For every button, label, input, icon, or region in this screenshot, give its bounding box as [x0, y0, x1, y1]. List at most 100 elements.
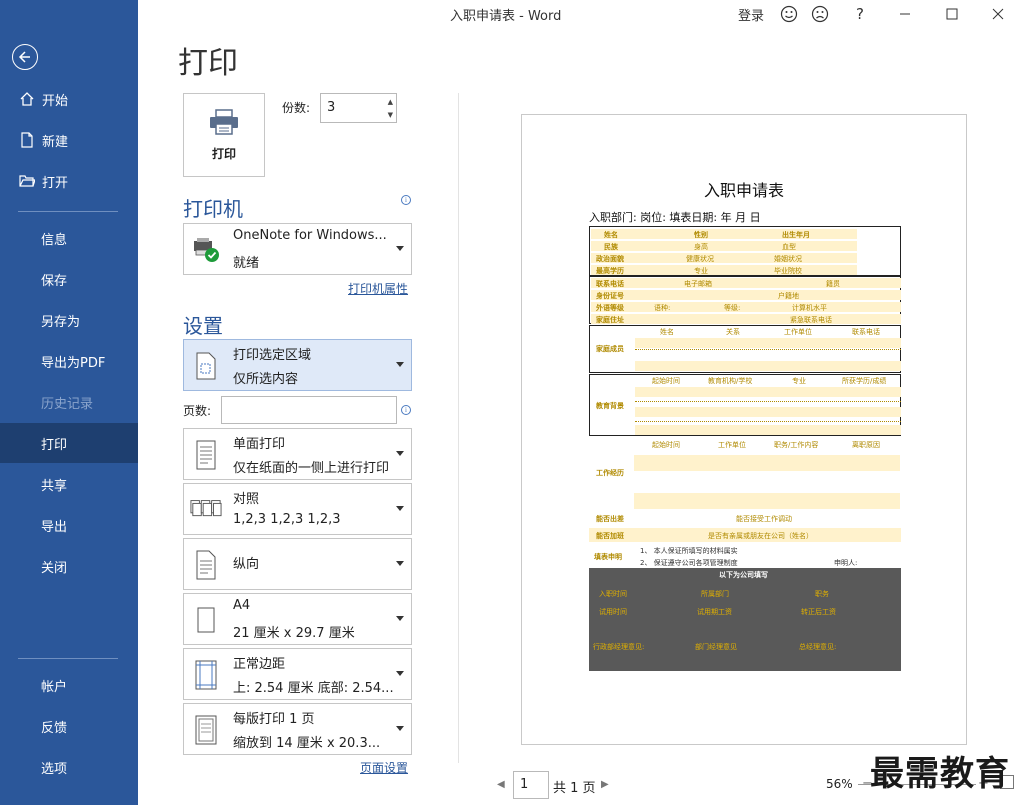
print-button-label: 打印 — [211, 146, 236, 161]
field-label: 婚姻状况 — [774, 255, 802, 263]
login-link[interactable]: 登录 — [738, 5, 764, 24]
print-button[interactable]: 打印 — [183, 93, 265, 177]
table-row — [635, 407, 901, 417]
help-button[interactable]: ? — [849, 3, 871, 25]
basic-info-block: 姓名 性别 出生年月 民族 身高 血型 政治面貌 健康状况 婚姻状况 最高学历 … — [589, 226, 901, 276]
collate-icon — [190, 494, 222, 526]
table-row — [634, 493, 900, 509]
page-setup-link[interactable]: 页面设置 — [360, 759, 408, 776]
title-bar: 入职申请表 - Word 登录 ? — [138, 0, 1023, 28]
column-header: 起始时间 — [652, 377, 680, 385]
table-row — [634, 455, 900, 471]
printer-name: OneNote for Windows... — [233, 228, 387, 243]
frown-feedback-icon[interactable] — [809, 3, 831, 25]
sidebar-item-options[interactable]: 选项 — [0, 747, 138, 787]
paper-size-title: A4 — [233, 598, 251, 613]
print-preview-page: 入职申请表 入职部门: 岗位: 填表日期: 年 月 日 姓名 性别 出生年月 民… — [521, 114, 967, 745]
doc-subtitle: 入职部门: 岗位: 填表日期: 年 月 日 — [589, 211, 761, 224]
work-label: 工作经历 — [596, 469, 624, 477]
print-range-dropdown[interactable]: 打印选定区域 仅所选内容 — [183, 339, 412, 391]
collate-dropdown[interactable]: 对照 1,2,3 1,2,3 1,2,3 — [183, 483, 412, 535]
copies-label: 份数: — [282, 101, 311, 115]
spin-down-icon[interactable]: ▼ — [388, 111, 393, 119]
sidebar-item-label: 导出 — [41, 519, 68, 535]
field-label: 外语等级 — [596, 304, 624, 312]
copies-stepper[interactable]: 3 ▲ ▼ — [320, 93, 397, 123]
minimize-icon[interactable] — [894, 3, 916, 25]
sidebar-item-label: 保存 — [41, 273, 68, 289]
info-icon[interactable]: i — [401, 195, 411, 205]
sidebar-item-export[interactable]: 导出 — [0, 505, 138, 545]
sidebar-item-new[interactable]: 新建 — [0, 120, 138, 160]
table-row — [591, 229, 857, 239]
pages-input[interactable] — [221, 396, 397, 424]
sidebar-item-close[interactable]: 关闭 — [0, 546, 138, 586]
column-header: 姓名 — [660, 328, 674, 336]
orientation-title: 纵向 — [233, 557, 260, 572]
table-row — [591, 290, 901, 300]
zoom-level[interactable]: 56% — [826, 777, 853, 791]
smile-feedback-icon[interactable] — [778, 3, 800, 25]
field-label: 职务 — [815, 590, 829, 598]
print-range-subtitle: 仅所选内容 — [233, 372, 299, 387]
collate-title: 对照 — [233, 492, 260, 507]
page-title: 打印 — [178, 46, 238, 81]
sidebar-item-label: 反馈 — [41, 720, 68, 736]
field-label: 联系电话 — [596, 280, 624, 288]
sidebar-item-label: 打印 — [41, 437, 68, 453]
sidebar-item-label: 关闭 — [41, 560, 68, 576]
table-row — [591, 241, 857, 251]
maximize-icon[interactable] — [941, 3, 963, 25]
field-label: 性别 — [694, 231, 708, 239]
field-label: 计算机水平 — [792, 304, 827, 312]
row-divider — [635, 421, 901, 422]
sidebar-item-save-as[interactable]: 另存为 — [0, 300, 138, 340]
orientation-dropdown[interactable]: 纵向 — [183, 538, 412, 590]
margins-title: 正常边距 — [233, 657, 286, 672]
field-label: 试用时间 — [599, 608, 627, 616]
field-label: 电子邮箱 — [684, 280, 712, 288]
open-folder-icon — [18, 172, 36, 190]
page-total: 共 1 页 — [553, 781, 596, 796]
sidebar-item-history: 历史记录 — [0, 382, 138, 422]
printer-dropdown[interactable]: OneNote for Windows... 就绪 — [183, 223, 412, 275]
printer-properties-link[interactable]: 打印机属性 — [348, 280, 408, 297]
sidebar-item-feedback[interactable]: 反馈 — [0, 706, 138, 746]
info-icon[interactable]: i — [401, 405, 411, 415]
column-header: 起始时间 — [652, 441, 680, 449]
sidebar-item-export-pdf[interactable]: 导出为PDF — [0, 341, 138, 381]
table-row — [635, 361, 901, 371]
sidebar-item-share[interactable]: 共享 — [0, 464, 138, 504]
page-number-input[interactable]: 1 — [513, 771, 549, 799]
hr-section-title: 以下为公司填写 — [719, 571, 768, 579]
column-header: 所获学历/成绩 — [842, 377, 887, 385]
back-arrow-icon[interactable] — [12, 44, 38, 70]
duplex-subtitle: 仅在纸面的一侧上进行打印 — [233, 461, 390, 476]
sidebar-item-home[interactable]: 开始 — [0, 79, 138, 119]
previous-page-icon[interactable]: ◀ — [497, 779, 505, 790]
family-block: 家庭成员 姓名 关系 工作单位 联系电话 — [589, 325, 901, 373]
margins-dropdown[interactable]: 正常边距 上: 2.54 厘米 底部: 2.54... — [183, 648, 412, 700]
sidebar-item-save[interactable]: 保存 — [0, 259, 138, 299]
chevron-down-icon — [396, 561, 404, 566]
table-row — [635, 425, 901, 435]
duplex-dropdown[interactable]: 单面打印 仅在纸面的一侧上进行打印 — [183, 428, 412, 480]
sidebar-item-open[interactable]: 打开 — [0, 161, 138, 201]
declaration-text: 1、 本人保证所填写的材料属实 — [640, 547, 738, 555]
close-icon[interactable] — [987, 3, 1009, 25]
spin-up-icon[interactable]: ▲ — [388, 98, 393, 106]
pages-per-sheet-dropdown[interactable]: 每版打印 1 页 缩放到 14 厘米 x 20.3... — [183, 703, 412, 755]
field-label: 姓名 — [604, 231, 618, 239]
table-row — [591, 265, 857, 275]
field-label: 是否有亲属或朋友在公司（姓名） — [708, 532, 813, 540]
chevron-down-icon — [396, 362, 404, 367]
column-header: 专业 — [792, 377, 806, 385]
field-label: 语种: — [654, 304, 671, 312]
sidebar-item-info[interactable]: 信息 — [0, 218, 138, 258]
sidebar-item-print[interactable]: 打印 — [0, 423, 138, 463]
paper-size-dropdown[interactable]: A4 21 厘米 x 29.7 厘米 — [183, 593, 412, 645]
field-label: 最高学历 — [596, 267, 624, 275]
next-page-icon[interactable]: ▶ — [601, 779, 609, 790]
column-header: 教育机构/学校 — [708, 377, 753, 385]
sidebar-item-account[interactable]: 帐户 — [0, 665, 138, 705]
